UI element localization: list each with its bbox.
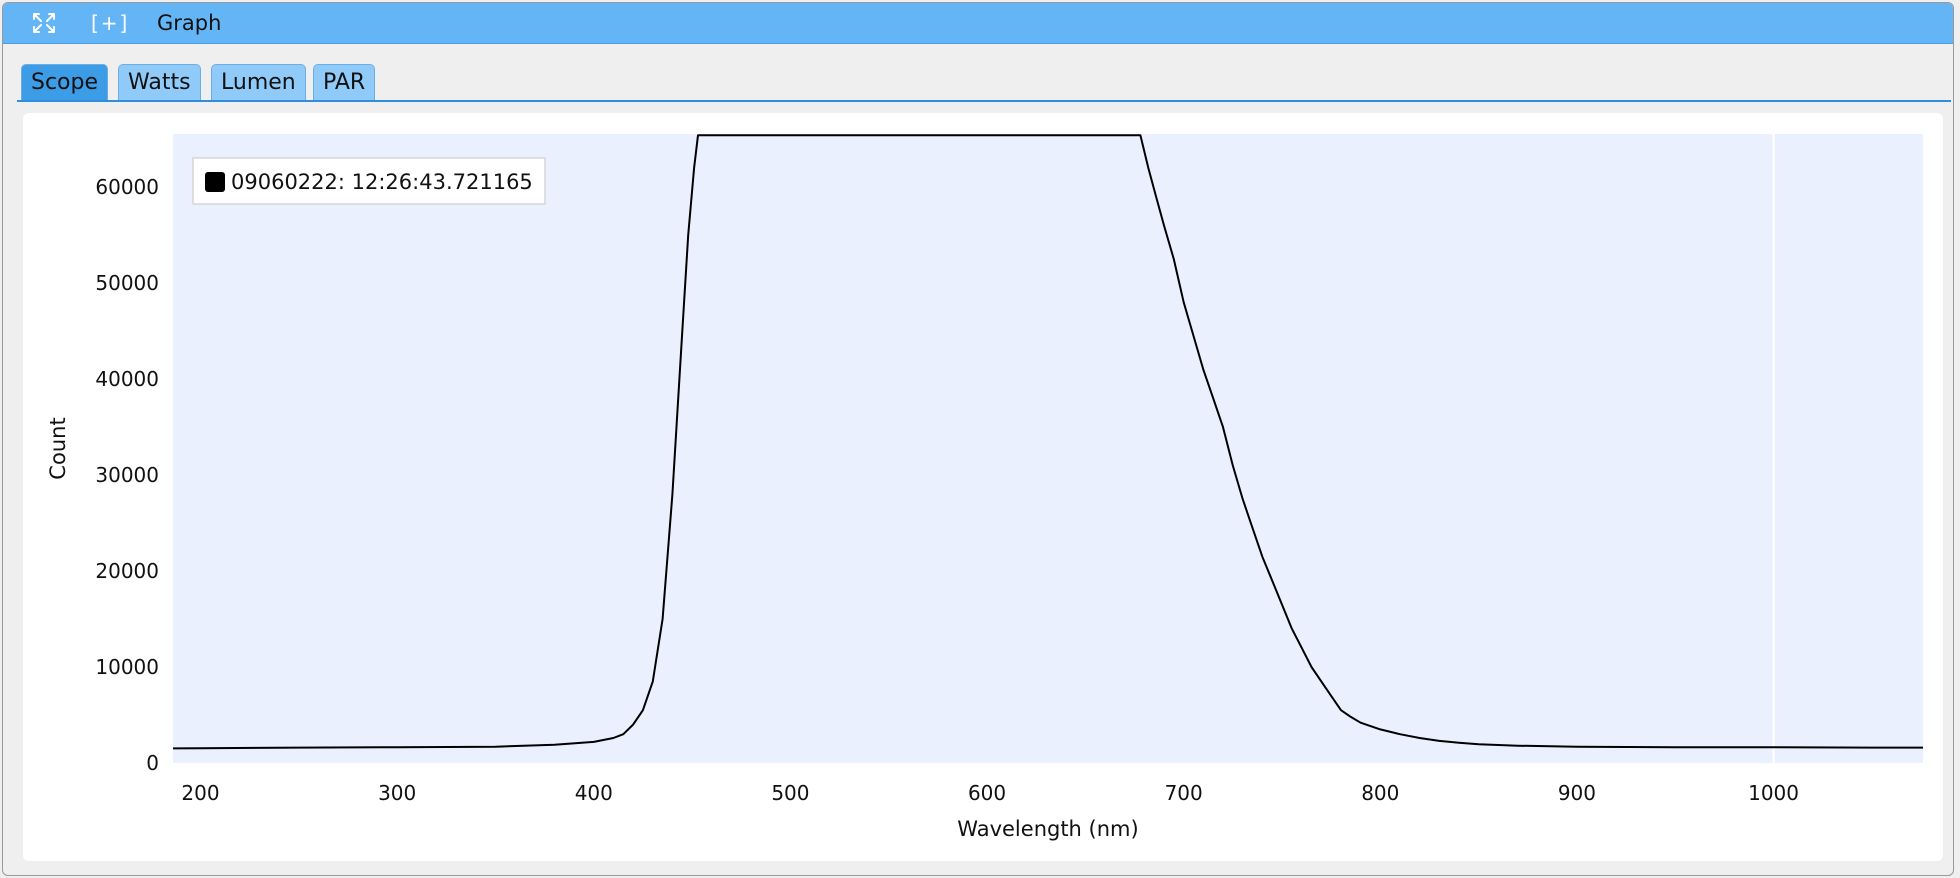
tab-par[interactable]: PAR (313, 64, 376, 100)
x-tick-label: 800 (1361, 781, 1399, 805)
y-tick-label: 20000 (95, 559, 159, 583)
tab-watts[interactable]: Watts (118, 64, 201, 100)
y-axis-label: Count (46, 417, 70, 479)
plot-area (173, 134, 1923, 763)
tab-scope[interactable]: Scope (21, 64, 109, 100)
x-tick-label: 400 (575, 781, 613, 805)
x-tick-label: 500 (771, 781, 809, 805)
x-axis-label: Wavelength (nm) (957, 817, 1138, 841)
tab-bar: Scope Watts Lumen PAR (3, 44, 1953, 103)
x-tick-label: 200 (181, 781, 219, 805)
chart-panel: 0 10000 20000 30000 40000 50000 60000 200 300 400… (23, 113, 1943, 861)
x-tick-label: 300 (378, 781, 416, 805)
y-tick-label: 40000 (95, 367, 159, 391)
add-panel-button[interactable]: [+] (91, 11, 129, 35)
tab-lumen[interactable]: Lumen (211, 64, 306, 100)
window-titlebar: [+] Graph (3, 3, 1953, 44)
x-tick-label: 700 (1165, 781, 1203, 805)
y-tick-label: 0 (146, 751, 159, 775)
y-tick-label: 50000 (95, 271, 159, 295)
x-tick-label: 600 (968, 781, 1006, 805)
spectrum-chart: 0 10000 20000 30000 40000 50000 60000 200 300 400… (46, 134, 1923, 841)
expand-arrows-icon[interactable] (31, 11, 57, 35)
y-tick-label: 60000 (95, 175, 159, 199)
window-title: Graph (157, 11, 222, 35)
x-tick-label: 1000 (1748, 781, 1799, 805)
x-tick-label: 900 (1558, 781, 1596, 805)
y-tick-label: 10000 (95, 655, 159, 679)
legend-label: 09060222: 12:26:43.721165 (231, 170, 533, 194)
graph-window: [+] Graph Scope Watts Lumen PAR 0 10000 20… (2, 2, 1954, 876)
legend-swatch (205, 172, 225, 192)
tab-underline (17, 100, 1951, 102)
y-tick-label: 30000 (95, 463, 159, 487)
